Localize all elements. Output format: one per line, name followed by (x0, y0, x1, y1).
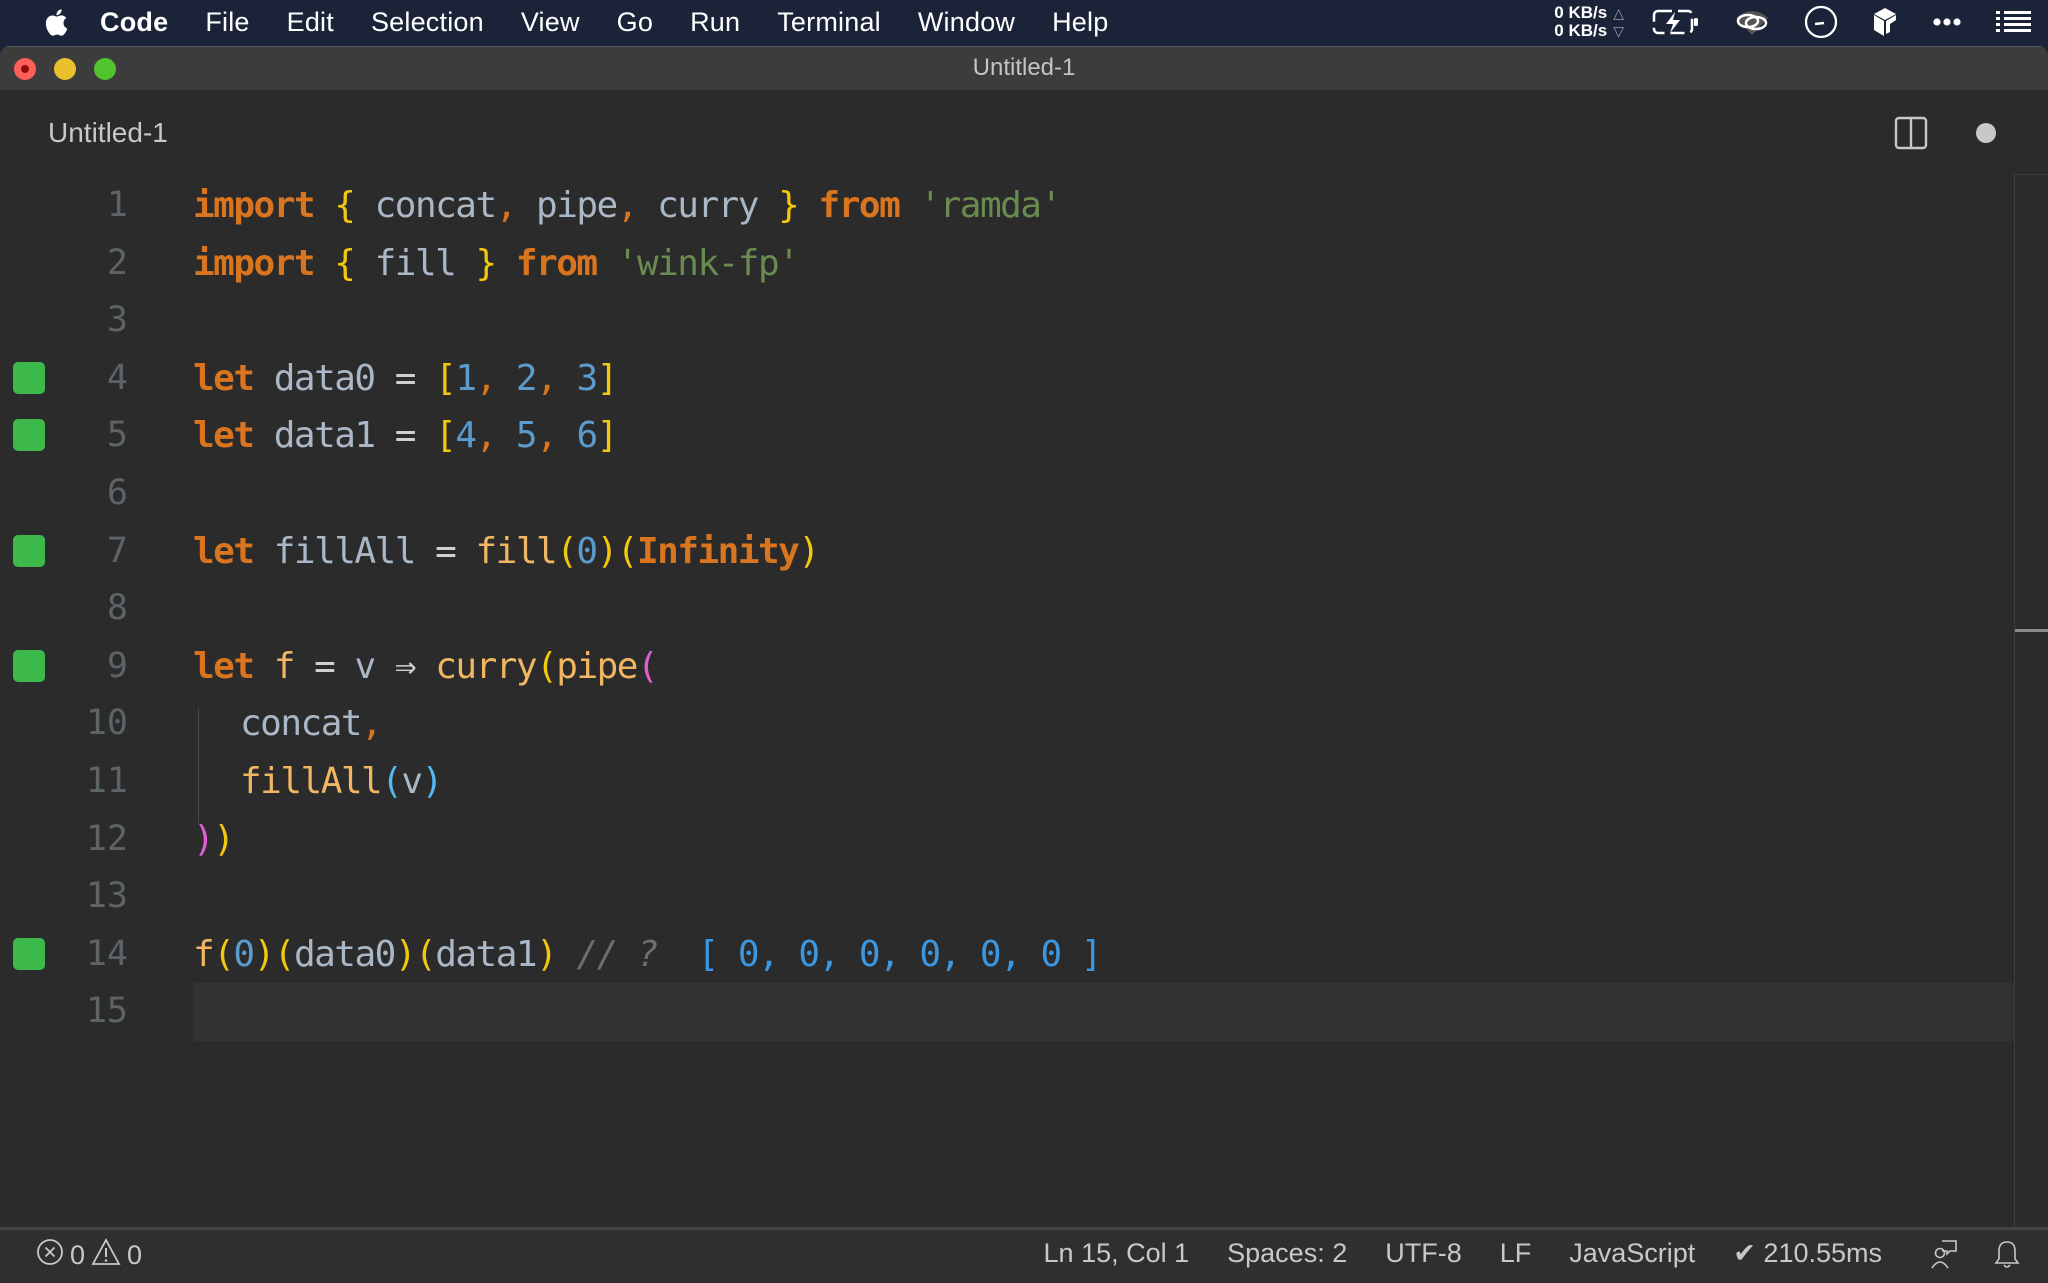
line-content: let data1 = [4, 5, 6] (193, 415, 618, 457)
code-line: 12 )) (0, 811, 2014, 869)
feedback-icon[interactable] (1930, 1239, 1958, 1269)
line-number: 9 (106, 645, 128, 686)
warning-icon (91, 1238, 121, 1273)
scrollbar-cursor-indicator (2015, 629, 2048, 632)
menu-help[interactable]: Help (1052, 7, 1108, 38)
net-arrows: △ ▽ (1613, 4, 1624, 40)
line-number: 4 (106, 357, 128, 398)
file-encoding[interactable]: UTF-8 (1385, 1238, 1462, 1269)
indentation-setting[interactable]: Spaces: 2 (1227, 1238, 1347, 1269)
more-dots-icon[interactable] (1932, 17, 1962, 27)
code-line: 14 f(0)(data0)(data1) // ? [ 0, 0, 0, 0,… (0, 926, 2014, 984)
editor-scrollbar[interactable] (2014, 174, 2048, 1229)
title-bar: Untitled-1 (0, 46, 2048, 90)
line-number: 6 (106, 473, 128, 513)
code-line: 1 import { concat, pipe, curry } from 'r… (0, 177, 2014, 235)
inline-result: [ 0, 0, 0, 0, 0, 0 ] (697, 933, 1103, 975)
macos-menu-bar: Code File Edit Selection View Go Run Ter… (0, 0, 2048, 44)
language-mode[interactable]: JavaScript (1569, 1238, 1695, 1269)
window-title: Untitled-1 (972, 54, 1076, 81)
line-number: 3 (106, 300, 128, 341)
code-line: 9 let f = v ⇒ curry(pipe( (0, 638, 2014, 696)
apple-menu-icon[interactable] (42, 7, 68, 37)
menu-terminal[interactable]: Terminal (777, 7, 881, 38)
status-tray: 0 KB/s 0 KB/s △ ▽ (1554, 0, 2048, 44)
code-line: 2 import { fill } from 'wink-fp' (0, 235, 2014, 293)
line-number: 13 (85, 876, 128, 917)
code-line: 8 (0, 580, 2014, 638)
menu-window[interactable]: Window (918, 7, 1015, 38)
code-line: 5 let data1 = [4, 5, 6] (0, 407, 2014, 465)
line-number: 14 (85, 933, 128, 974)
upload-arrow-icon: △ (1613, 5, 1624, 21)
indent-guide (198, 708, 199, 823)
end-of-line[interactable]: LF (1500, 1238, 1532, 1269)
line-content: let data0 = [1, 2, 3] (193, 357, 618, 399)
line-number: 8 (106, 588, 128, 629)
menu-app-code[interactable]: Code (100, 7, 168, 38)
split-editor-icon[interactable] (1894, 116, 1928, 155)
quokka-timing[interactable]: ✔ 210.55ms (1733, 1238, 1882, 1269)
line-content: concat, (240, 703, 383, 745)
warning-count: 0 (127, 1240, 143, 1270)
menu-file[interactable]: File (205, 7, 249, 38)
wifi-link-icon[interactable] (1734, 8, 1770, 36)
line-number: 10 (85, 703, 128, 744)
focus-status-icon[interactable] (1804, 5, 1838, 39)
line-content: import { concat, pipe, curry } from 'ram… (193, 185, 1062, 226)
error-count: 0 (70, 1240, 86, 1270)
line-content: fillAll(v) (240, 761, 443, 802)
unsaved-changes-dot[interactable] (1976, 123, 1996, 143)
tab-untitled-1[interactable]: Untitled-1 (48, 117, 168, 149)
cursor-position[interactable]: Ln 15, Col 1 (1044, 1238, 1190, 1269)
code-line: 10 concat, (0, 695, 2014, 753)
network-speed[interactable]: 0 KB/s 0 KB/s (1554, 4, 1607, 40)
line-content: )) (193, 818, 235, 860)
line-content: let fillAll = fill(0)(Infinity) (193, 530, 820, 572)
battery-charging-icon[interactable] (1652, 8, 1700, 36)
editor-tab-bar: Untitled-1 (0, 90, 2048, 178)
line-number: 12 (85, 818, 128, 859)
line-content: f(0)(data0)(data1) // ? [ 0, 0, 0, 0, 0,… (193, 933, 1103, 975)
line-number: 5 (106, 415, 128, 456)
net-upload-speed: 0 KB/s (1554, 3, 1608, 22)
current-line-highlight (193, 983, 2014, 1041)
menu-go[interactable]: Go (617, 7, 653, 38)
status-bar: 0 0 Ln 15, Col 1 Spaces: 2 UTF-8 LF Java… (0, 1227, 2048, 1283)
code-editor[interactable]: 1 import { concat, pipe, curry } from 'r… (0, 177, 2048, 1227)
notifications-bell-icon[interactable] (1994, 1239, 2020, 1269)
menu-edit[interactable]: Edit (287, 7, 334, 38)
code-line: 13 (0, 868, 2014, 926)
menu-run[interactable]: Run (690, 7, 740, 38)
line-number: 15 (85, 991, 128, 1032)
menu-selection[interactable]: Selection (371, 7, 484, 38)
cube-app-icon[interactable] (1872, 7, 1898, 37)
line-content: let f = v ⇒ curry(pipe( (193, 645, 659, 687)
line-number: 1 (106, 185, 128, 225)
line-number: 11 (85, 761, 128, 801)
net-download-speed: 0 KB/s (1554, 21, 1608, 40)
quokka-comment: // ? (576, 933, 658, 975)
line-content: import { fill } from 'wink-fp' (193, 242, 800, 284)
status-bar-right: Ln 15, Col 1 Spaces: 2 UTF-8 LF JavaScri… (1006, 1238, 2020, 1269)
problems-indicator[interactable]: 0 0 (36, 1238, 148, 1273)
error-icon (36, 1238, 64, 1273)
code-line: 6 (0, 465, 2014, 523)
code-line: 15 (0, 983, 190, 1041)
code-line: 7 let fillAll = fill(0)(Infinity) (0, 523, 2014, 581)
code-line: 3 (0, 292, 2014, 350)
code-line: 11 fillAll(v) (0, 753, 2014, 811)
control-list-icon[interactable] (1996, 10, 2032, 34)
code-line: 4 let data0 = [1, 2, 3] (0, 350, 2014, 408)
line-number: 7 (106, 530, 128, 571)
download-arrow-icon: ▽ (1613, 23, 1624, 39)
line-number: 2 (106, 242, 128, 283)
menu-view[interactable]: View (521, 7, 580, 38)
